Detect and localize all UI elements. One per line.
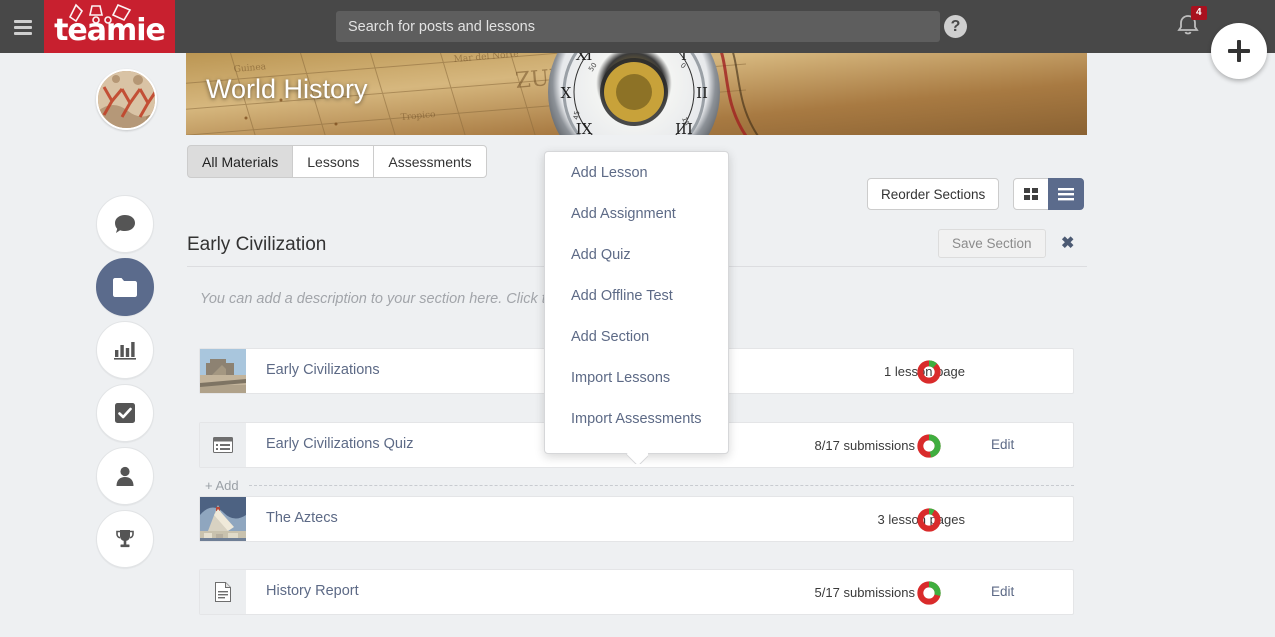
tab-all-materials[interactable]: All Materials <box>187 145 294 178</box>
svg-text:II: II <box>696 84 708 102</box>
person-icon <box>116 466 134 486</box>
close-icon[interactable]: ✖ <box>1061 233 1074 253</box>
grid-view-glyph <box>1023 187 1038 200</box>
bar-chart-icon <box>114 342 136 360</box>
search-input[interactable] <box>336 11 940 42</box>
left-rail <box>0 53 186 637</box>
add-divider: + Add <box>199 478 1074 493</box>
menu-item-add-assignment[interactable]: Add Assignment <box>545 193 728 234</box>
hamburger-bar <box>14 32 32 35</box>
tab-lessons[interactable]: Lessons <box>292 145 375 178</box>
section-title[interactable]: Early Civilization <box>187 234 326 256</box>
list-view-glyph <box>1058 187 1074 200</box>
teamie-logo[interactable]: teamie <box>44 0 175 53</box>
progress-ring <box>917 360 941 384</box>
sidebar-item-tasks[interactable] <box>96 384 154 442</box>
logo-text: teamie <box>54 13 166 48</box>
row-title[interactable]: Early Civilizations Quiz <box>266 436 413 452</box>
tab-assessments[interactable]: Assessments <box>373 145 487 178</box>
folder-icon <box>113 277 137 297</box>
add-content-dropdown-menu: Add Lesson Add Assignment Add Quiz Add O… <box>544 151 729 454</box>
row-meta: 5/17 submissions <box>814 585 915 600</box>
view-toggle <box>1013 178 1084 210</box>
chat-bubble-icon <box>115 215 135 233</box>
progress-ring <box>917 508 941 532</box>
hamburger-bar <box>14 20 32 23</box>
menu-item-import-assessments[interactable]: Import Assessments <box>545 398 728 439</box>
menu-item-add-lesson[interactable]: Add Lesson <box>545 152 728 193</box>
quiz-icon <box>200 423 246 467</box>
materials-tabs: All Materials Lessons Assessments <box>187 145 487 178</box>
sidebar-item-analytics[interactable] <box>96 321 154 379</box>
row-title[interactable]: History Report <box>266 583 359 599</box>
add-floating-action-button[interactable] <box>1211 23 1267 79</box>
sidebar-item-materials[interactable] <box>96 258 154 316</box>
save-section-button[interactable]: Save Section <box>938 229 1046 258</box>
row-title[interactable]: Early Civilizations <box>266 362 380 378</box>
document-icon-glyph <box>215 582 231 602</box>
progress-ring <box>917 581 941 605</box>
ruins-thumbnail <box>200 349 246 393</box>
progress-ring <box>917 434 941 458</box>
grid-view-icon[interactable] <box>1013 178 1049 210</box>
sidebar-item-social[interactable] <box>96 195 154 253</box>
hamburger-icon[interactable] <box>10 14 36 38</box>
aztec-pyramid-thumbnail-image <box>200 497 246 541</box>
svg-text:X: X <box>561 84 572 102</box>
menu-item-add-quiz[interactable]: Add Quiz <box>545 234 728 275</box>
dropdown-arrow <box>626 453 648 464</box>
progress-ring-chart <box>917 434 941 458</box>
sidebar-item-badges[interactable] <box>96 510 154 568</box>
menu-item-add-offline-test[interactable]: Add Offline Test <box>545 275 728 316</box>
svg-text:IX: IX <box>576 120 593 135</box>
menu-item-add-section[interactable]: Add Section <box>545 316 728 357</box>
top-bar: teamie ? 4 <box>0 0 1275 53</box>
course-banner: Guinea Mar del Norte ZUR The Ocean R Tro… <box>186 48 1087 135</box>
aztec-pyramid-thumbnail <box>200 497 246 541</box>
help-icon[interactable]: ? <box>944 15 967 38</box>
table-row[interactable]: The Aztecs 3 lesson pages <box>199 496 1074 542</box>
avatar[interactable] <box>96 69 157 130</box>
notification-count-badge: 4 <box>1191 6 1207 20</box>
quiz-icon-glyph <box>213 437 233 453</box>
sidebar-item-people[interactable] <box>96 447 154 505</box>
document-icon <box>200 570 246 614</box>
list-view-icon[interactable] <box>1048 178 1084 210</box>
row-edit-link[interactable]: Edit <box>991 437 1014 452</box>
checkbox-icon <box>115 403 135 423</box>
progress-ring-chart <box>917 508 941 532</box>
row-title[interactable]: The Aztecs <box>266 510 338 526</box>
svg-text:45: 45 <box>572 110 581 120</box>
progress-ring-chart <box>917 581 941 605</box>
reorder-sections-button[interactable]: Reorder Sections <box>867 178 1000 210</box>
add-item-button[interactable]: + Add <box>205 478 245 493</box>
progress-ring-chart <box>917 360 941 384</box>
hamburger-bar <box>14 26 32 29</box>
course-title: World History <box>206 74 368 104</box>
trophy-icon <box>116 530 134 548</box>
ruins-thumbnail-image <box>200 349 246 393</box>
table-row[interactable]: History Report 5/17 submissions Edit <box>199 569 1074 615</box>
avatar-image <box>98 71 155 128</box>
menu-item-import-lessons[interactable]: Import Lessons <box>545 357 728 398</box>
add-divider-line <box>249 485 1074 486</box>
row-edit-link[interactable]: Edit <box>991 584 1014 599</box>
